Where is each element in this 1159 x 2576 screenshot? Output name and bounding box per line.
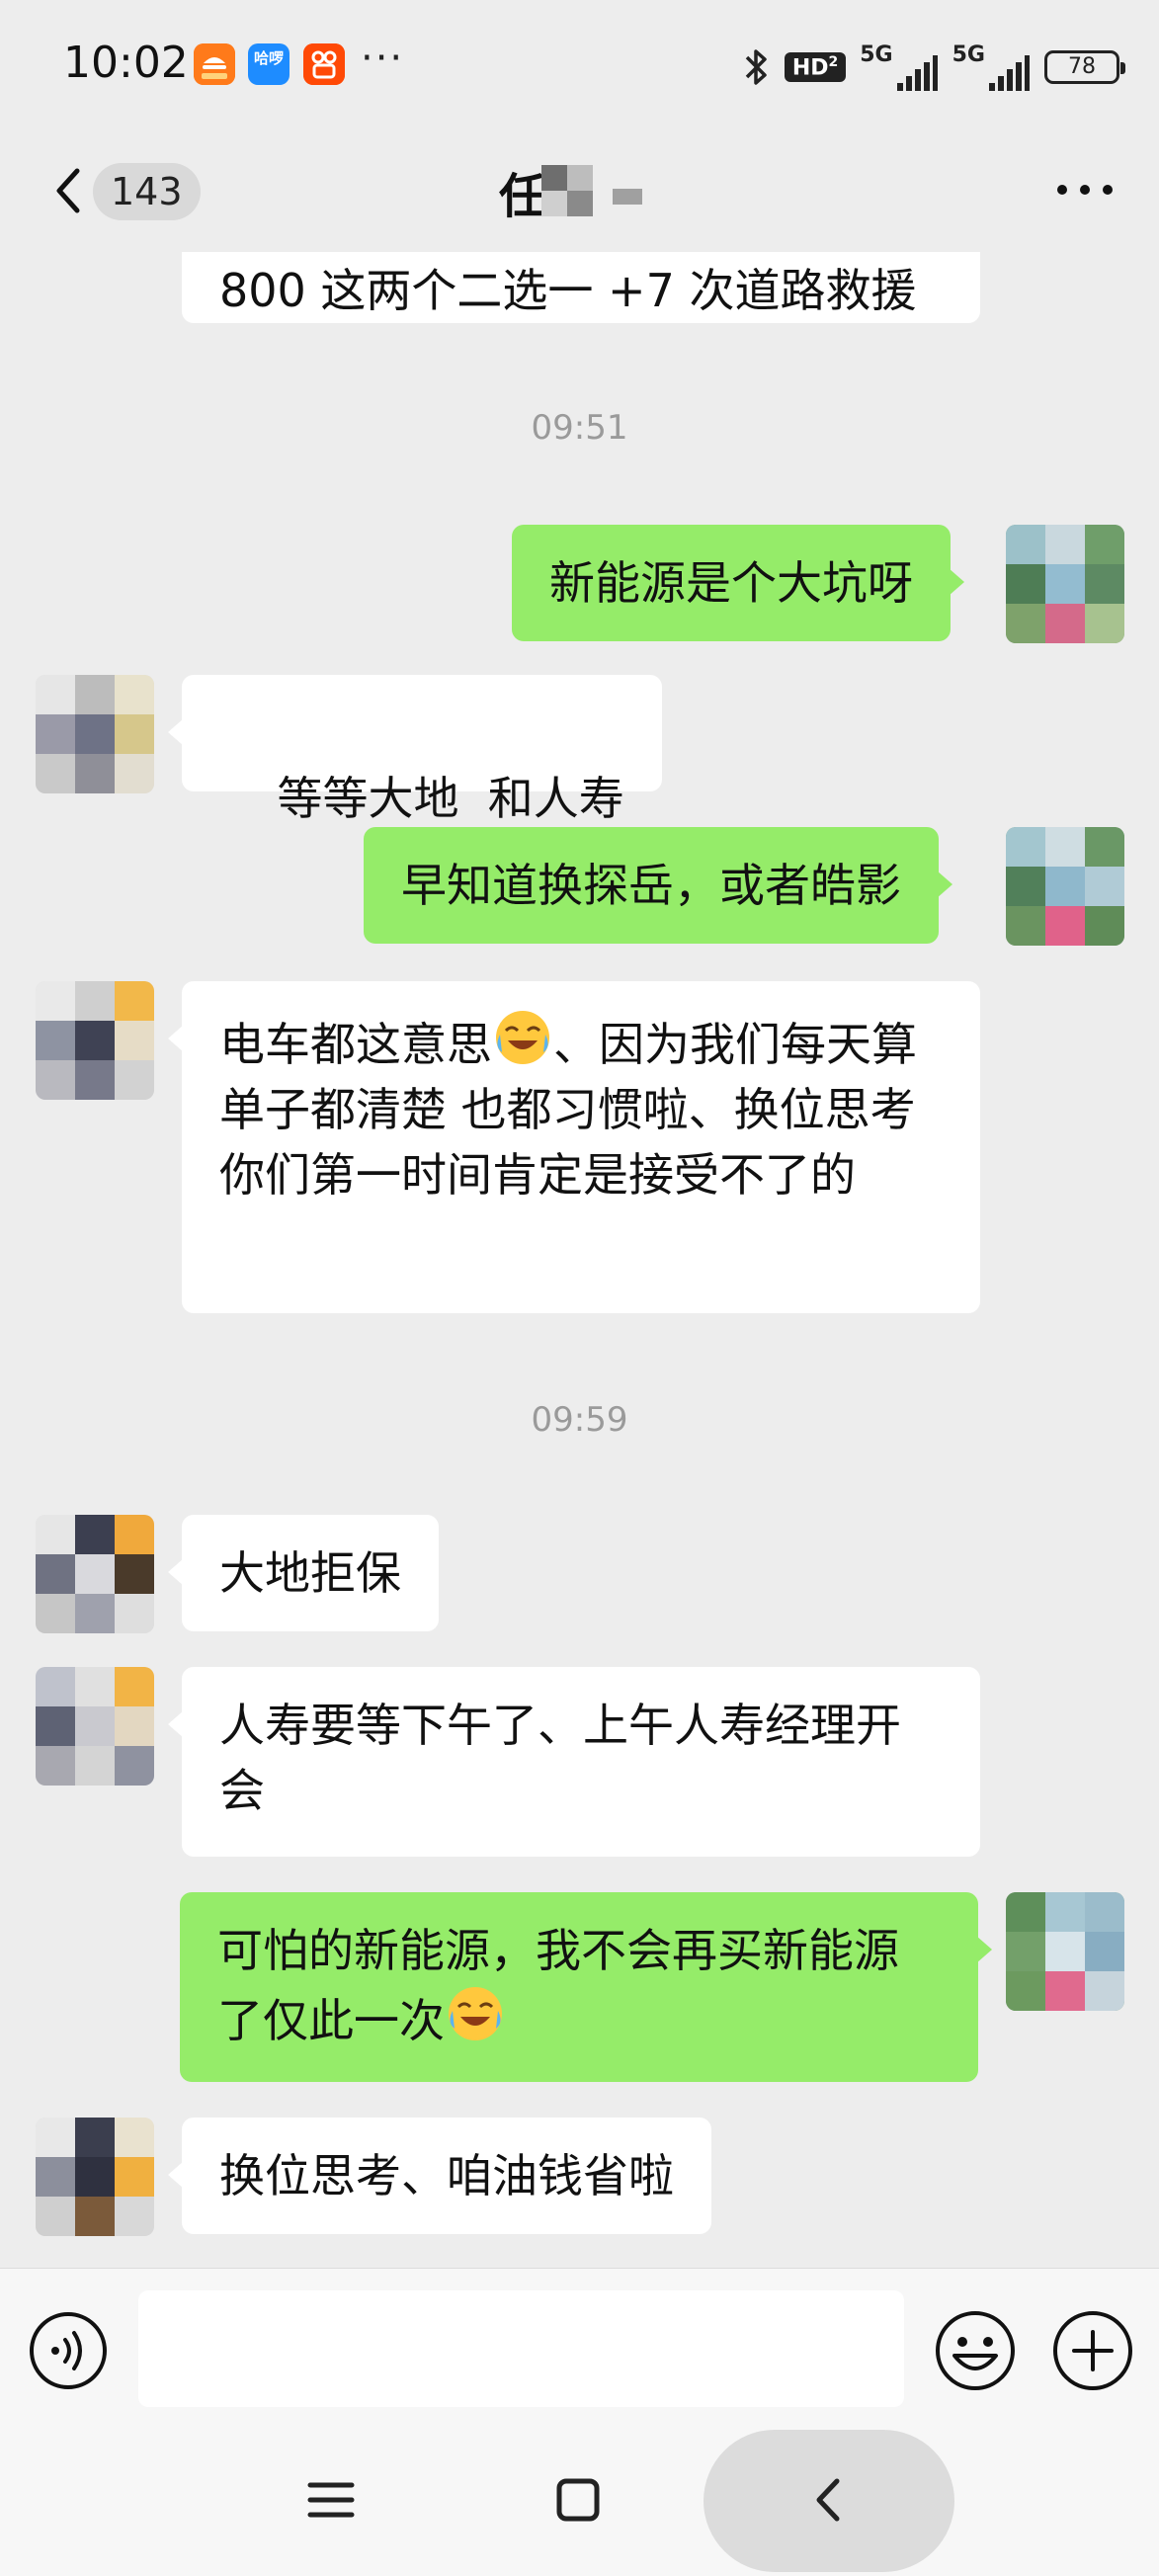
voice-icon <box>30 2312 107 2389</box>
chat-title[interactable]: 任 <box>499 157 546 226</box>
message-bubble-received[interactable]: 人寿要等下午了、上午人寿经理开会 <box>168 1667 980 1857</box>
home-button[interactable] <box>543 2465 613 2534</box>
system-back-button[interactable] <box>795 2465 865 2534</box>
square-home-icon <box>556 2478 600 2522</box>
signal-1-icon: 5G <box>860 42 938 93</box>
redacted-name-pixelation <box>541 165 650 216</box>
battery-icon: 78 <box>1044 50 1125 84</box>
message-bubble-sent[interactable]: 新能源是个大坑呀 <box>512 525 964 641</box>
timestamp: 09:59 <box>531 1400 628 1440</box>
message-bubble-sent[interactable]: 可怕的新能源，我不会再买新能源了仅此一次 <box>180 1892 992 2082</box>
status-icons: HD2 5G 5G 78 <box>743 40 1125 95</box>
message-bubble-received[interactable]: 大地拒保 <box>168 1515 439 1631</box>
chat-header: 143 任 <box>0 133 1159 252</box>
more-functions-button[interactable] <box>1050 2308 1135 2393</box>
hello-app-icon: 哈啰 <box>248 43 290 85</box>
system-navigation-bar <box>0 2426 1159 2576</box>
bluetooth-icon <box>743 45 771 89</box>
message-bubble-sent[interactable]: 早知道换探岳，或者皓影 <box>364 827 952 944</box>
recent-apps-button[interactable] <box>296 2465 366 2534</box>
chevron-left-icon <box>816 2478 840 2522</box>
my-avatar[interactable] <box>1006 827 1124 946</box>
unread-count-badge[interactable]: 143 <box>93 163 201 220</box>
message-bubble-received[interactable]: 换位思考、咱油钱省啦 <box>168 2118 711 2234</box>
plus-icon <box>1053 2311 1132 2390</box>
food-app-icon <box>194 43 235 85</box>
status-bar: 10:02 哈啰 ··· HD2 5G 5G 78 <box>0 0 1159 133</box>
crying-laughing-emoji-icon <box>449 1987 502 2040</box>
message-input[interactable] <box>138 2290 904 2407</box>
kuaishou-app-icon <box>303 43 345 85</box>
timestamp: 09:51 <box>531 408 628 448</box>
status-time: 10:02 <box>63 38 189 88</box>
message-list[interactable]: 800 这两个二选一 +7 次道路救援 09:51 新能源是个大坑呀 等等大地 … <box>0 252 1159 2268</box>
my-avatar[interactable] <box>1006 525 1124 643</box>
more-notifications-indicator: ··· <box>361 36 405 81</box>
contact-avatar[interactable] <box>36 1515 154 1633</box>
voice-input-button[interactable] <box>28 2310 109 2391</box>
emoji-button[interactable] <box>933 2308 1018 2393</box>
contact-avatar[interactable] <box>36 1667 154 1786</box>
contact-avatar[interactable] <box>36 981 154 1100</box>
more-options-button[interactable] <box>1050 165 1119 214</box>
message-bubble-received[interactable]: 等等大地 和人寿 <box>168 675 662 825</box>
menu-icon <box>307 2482 355 2518</box>
contact-avatar[interactable] <box>36 2118 154 2236</box>
contact-avatar[interactable] <box>36 675 154 793</box>
smiley-icon <box>936 2311 1015 2390</box>
signal-2-icon: 5G <box>952 42 1031 93</box>
crying-laughing-emoji-icon <box>496 1011 549 1064</box>
my-avatar[interactable] <box>1006 1892 1124 2011</box>
input-bar <box>0 2268 1159 2426</box>
more-dots-icon <box>1057 185 1113 195</box>
message-bubble-received[interactable]: 800 这两个二选一 +7 次道路救援 <box>182 252 980 323</box>
message-bubble-received[interactable]: 电车都这意思 、因为我们每天算单子都清楚 也都习惯啦、换位思考你们第一时间肯定是接… <box>168 981 980 1313</box>
hd-voice-icon: HD2 <box>784 51 847 83</box>
